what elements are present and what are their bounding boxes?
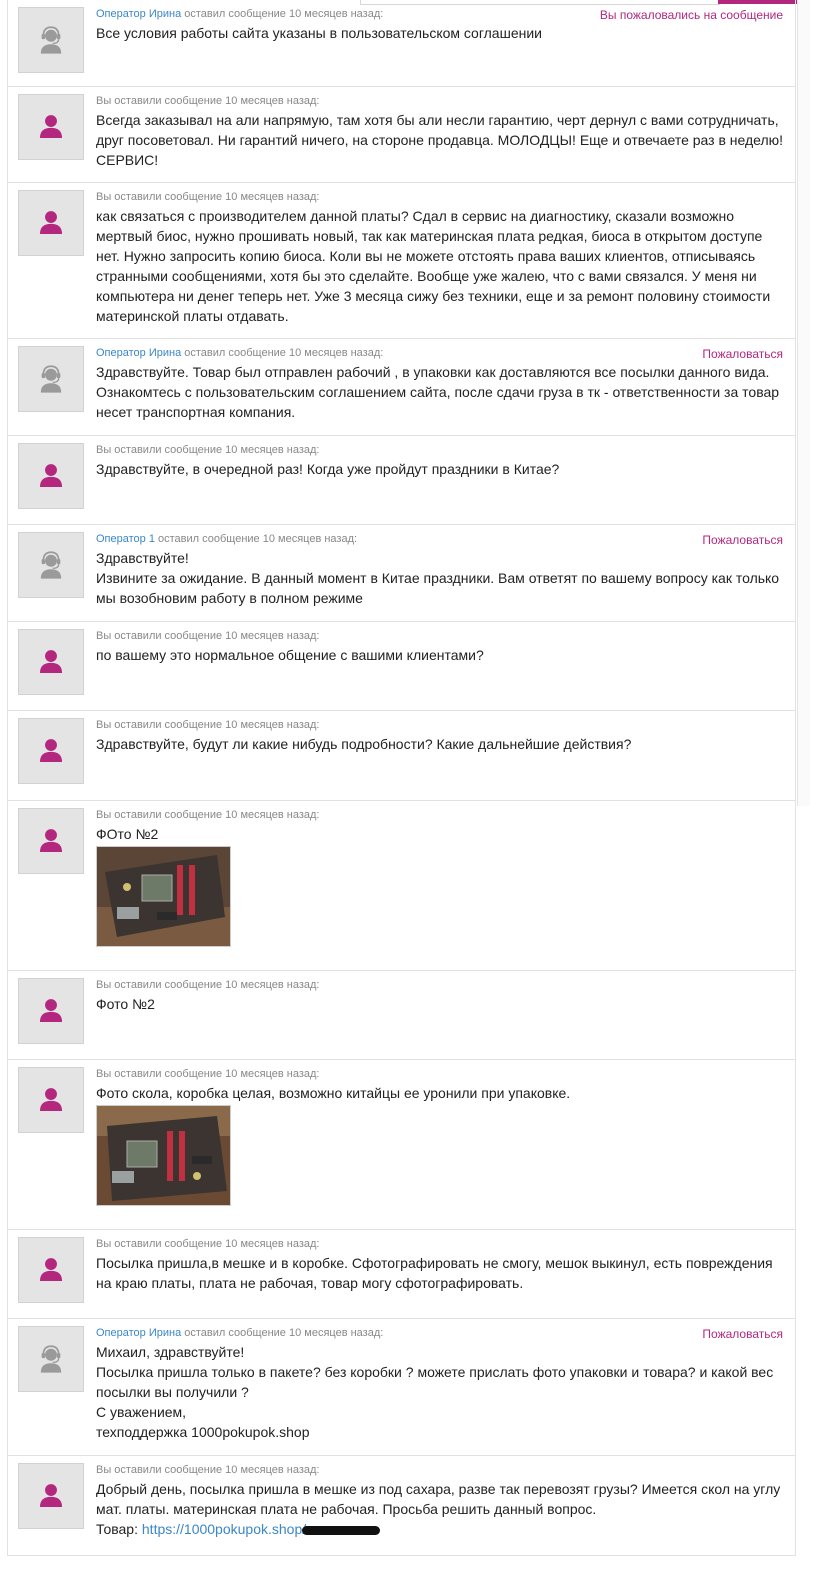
message-text: Добрый день, посылка пришла в мешке из п… (96, 1481, 781, 1517)
user-message: Вы оставили сообщение 10 месяцев назад: Ф… (8, 801, 795, 971)
user-icon (34, 645, 68, 679)
message-text: Здравствуйте, в очередной раз! Когда уже… (96, 461, 560, 477)
operator-name-link[interactable]: Оператор 1 (96, 533, 155, 545)
message-text: Фото скола, коробка целая, возможно кита… (96, 1085, 571, 1101)
user-icon (34, 459, 68, 493)
report-link[interactable]: Вы пожаловались на сообщение (600, 7, 783, 23)
avatar (18, 718, 84, 784)
message-meta: Вы оставили сообщение 10 месяцев назад: (96, 95, 320, 107)
message-meta: Вы оставили сообщение 10 месяцев назад: (96, 719, 320, 731)
message-meta: Вы оставили сообщение 10 месяцев назад: (96, 979, 320, 991)
operator-name-link[interactable]: Оператор Ирина (96, 1327, 181, 1339)
operator-headset-icon (34, 1342, 68, 1376)
avatar (18, 443, 84, 509)
user-icon (34, 734, 68, 768)
operator-name-link[interactable]: Оператор Ирина (96, 8, 181, 20)
operator-headset-icon (34, 362, 68, 396)
motherboard-photo-2[interactable] (96, 1105, 231, 1206)
avatar (18, 808, 84, 874)
message-meta: Оператор Ирина оставил сообщение 10 меся… (96, 346, 785, 362)
avatar (18, 532, 84, 598)
message-meta: Вы оставили сообщение 10 месяцев назад: (96, 809, 320, 821)
avatar (18, 94, 84, 160)
message-text: Здравствуйте. Товар был отправлен рабочи… (96, 364, 780, 420)
message-text: как связаться с производителем данной пл… (96, 208, 771, 324)
user-message: Вы оставили сообщение 10 месяцев назад: Д… (8, 1456, 795, 1556)
product-label: Товар: (96, 1521, 142, 1537)
user-message: Вы оставили сообщение 10 месяцев назад: Ф… (8, 971, 795, 1060)
message-text: Здравствуйте! Извините за ожидание. В да… (96, 550, 780, 606)
motherboard-photo-1[interactable] (96, 846, 231, 947)
message-meta: Вы оставили сообщение 10 месяцев назад: (96, 444, 320, 456)
operator-message: Оператор Ирина оставил сообщение 10 меся… (8, 1319, 795, 1456)
user-message: Вы оставили сообщение 10 месяцев назад: П… (8, 1230, 795, 1319)
avatar (18, 346, 84, 412)
operator-headset-icon (34, 548, 68, 582)
user-icon (34, 110, 68, 144)
message-text: Фото №2 (96, 996, 155, 1012)
user-icon (34, 206, 68, 240)
avatar (18, 1237, 84, 1303)
operator-name-link[interactable]: Оператор Ирина (96, 347, 181, 359)
message-feed: Оператор Ирина оставил сообщение 10 меся… (7, 0, 796, 1556)
message-meta: Вы оставили сообщение 10 месяцев назад: (96, 1068, 320, 1080)
report-link[interactable]: Пожаловаться (702, 1326, 783, 1342)
message-meta: Вы оставили сообщение 10 месяцев назад: (96, 630, 320, 642)
message-text: ФОто №2 (96, 826, 159, 842)
report-link[interactable]: Пожаловаться (702, 346, 783, 362)
avatar (18, 1067, 84, 1133)
user-message: Вы оставили сообщение 10 месяцев назад: Ф… (8, 1060, 795, 1230)
avatar (18, 1326, 84, 1392)
message-action: оставил сообщение 10 месяцев назад: (181, 1327, 384, 1339)
avatar (18, 1463, 84, 1529)
message-text: Михаил, здравствуйте! Посылка пришла тол… (96, 1344, 774, 1440)
product-line: Товар: https://1000pokupok.shop/ (96, 1519, 785, 1539)
user-message: Вы оставили сообщение 10 месяцев назад: З… (8, 436, 795, 525)
avatar (18, 978, 84, 1044)
operator-headset-icon (34, 23, 68, 57)
operator-message: Оператор Ирина оставил сообщение 10 меся… (8, 339, 795, 436)
avatar (18, 7, 84, 73)
message-text: по вашему это нормальное общение с вашим… (96, 647, 484, 663)
message-meta: Вы оставили сообщение 10 месяцев назад: (96, 1464, 320, 1476)
operator-message: Оператор Ирина оставил сообщение 10 меся… (8, 0, 795, 87)
message-action: оставил сообщение 10 месяцев назад: (181, 347, 384, 359)
message-text: Всегда заказывал на али напрямую, там хо… (96, 112, 784, 168)
message-action: оставил сообщение 10 месяцев назад: (154, 533, 358, 545)
user-icon (34, 1253, 68, 1287)
operator-message: Оператор 1 оставил сообщение 10 месяцев … (8, 525, 795, 622)
user-message: Вы оставили сообщение 10 месяцев назад: З… (8, 711, 795, 801)
message-text: Здравствуйте, будут ли какие нибудь подр… (96, 736, 632, 752)
user-icon (34, 1083, 68, 1117)
avatar (18, 629, 84, 695)
user-icon (34, 824, 68, 858)
user-message: Вы оставили сообщение 10 месяцев назад: В… (8, 87, 795, 183)
message-meta: Оператор 1 оставил сообщение 10 месяцев … (96, 532, 785, 548)
user-icon (34, 994, 68, 1028)
user-message: Вы оставили сообщение 10 месяцев назад: к… (8, 183, 795, 339)
avatar (18, 190, 84, 256)
message-meta: Оператор Ирина оставил сообщение 10 меся… (96, 1326, 785, 1342)
message-text: Все условия работы сайта указаны в польз… (96, 25, 542, 41)
user-message: Вы оставили сообщение 10 месяцев назад: п… (8, 622, 795, 711)
report-link[interactable]: Пожаловаться (702, 532, 783, 548)
redaction-mark (302, 1525, 381, 1535)
message-meta: Вы оставили сообщение 10 месяцев назад: (96, 191, 320, 203)
message-action: оставил сообщение 10 месяцев назад: (181, 8, 384, 20)
scrollbar[interactable] (797, 0, 810, 806)
product-link[interactable]: https://1000pokupok.shop/ (142, 1521, 306, 1537)
message-text: Посылка пришла,в мешке и в коробке. Сфот… (96, 1255, 773, 1291)
message-meta: Вы оставили сообщение 10 месяцев назад: (96, 1238, 320, 1250)
user-icon (34, 1479, 68, 1513)
